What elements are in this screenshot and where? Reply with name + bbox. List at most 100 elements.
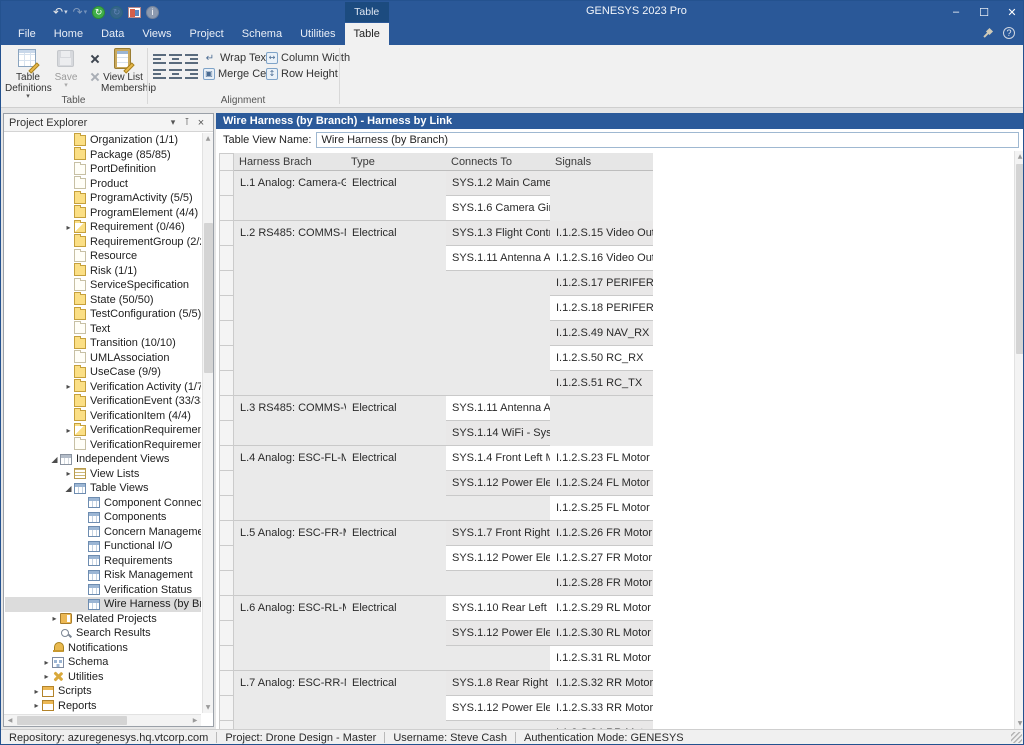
view-list-membership-button[interactable]: View List Membership [101,48,145,94]
row-header-stub[interactable] [219,271,234,296]
connects-to-cell[interactable]: SYS.1.6 Camera Gimbal [446,196,550,221]
column-header-connects-to[interactable]: Connects To [451,156,512,168]
collapsed-arrow-icon[interactable]: ▸ [41,672,52,681]
tree-item-requirements[interactable]: Requirements [5,554,201,569]
branch-cell[interactable]: L.4 Analog: ESC-FL-MOT... [234,446,346,464]
row-header-stub[interactable] [219,621,234,646]
table-view-name-input[interactable] [316,132,1019,148]
row-header-stub[interactable] [219,521,234,546]
tree-item-independent-views[interactable]: ◢Independent Views [5,452,201,467]
signal-cell[interactable]: I.1.2.S.25 FL Motor Contr... [550,496,653,521]
signal-cell[interactable]: I.1.2.S.29 RL Motor Contr... [550,596,653,621]
row-header-stub[interactable] [219,721,234,729]
ribbon-tab-data[interactable]: Data [92,23,133,45]
valign-middle-button[interactable] [168,67,183,81]
tree-item-verificationevent[interactable]: VerificationEvent (33/33) [5,394,201,409]
refresh-icon[interactable]: ↻ [92,6,105,19]
tree-item-programelement[interactable]: ProgramElement (4/4) [5,206,201,221]
tree-item-utilities[interactable]: ▸Utilities [5,670,201,685]
column-width-button[interactable]: ↔Column Width [266,51,350,65]
tree-item-verification-status[interactable]: Verification Status [5,583,201,598]
undo-icon[interactable]: ↶▾ [53,6,68,18]
row-header-stub[interactable] [219,696,234,721]
row-header-stub[interactable] [219,296,234,321]
scrollbar-thumb[interactable] [1016,164,1024,354]
collapsed-arrow-icon[interactable]: ▸ [63,426,74,435]
row-header-stub[interactable] [219,321,234,346]
connects-to-cell[interactable]: SYS.1.12 Power Electronics [446,546,550,571]
type-cell[interactable]: Electrical [346,446,446,464]
table-definitions-button[interactable]: Table Definitions ▾ [5,48,51,100]
tree-item-product[interactable]: Product [5,177,201,192]
tree-item-requirementgroup[interactable]: RequirementGroup (2/2) [5,235,201,250]
scroll-up-icon[interactable]: ▲ [203,133,213,144]
close-button[interactable]: ✕ [1005,6,1019,19]
tree-item-components[interactable]: Components [5,510,201,525]
minimize-button[interactable]: – [949,6,963,18]
tree-item-package[interactable]: Package (85/85) [5,148,201,163]
ribbon-tab-file[interactable]: File [9,23,45,45]
connects-to-cell[interactable]: SYS.1.11 Antenna Array [446,396,550,421]
tree-item-programactivity[interactable]: ProgramActivity (5/5) [5,191,201,206]
table-vertical-scrollbar[interactable]: ▲ ▼ [1014,151,1024,729]
collapsed-arrow-icon[interactable]: ▸ [63,223,74,232]
branch-cell[interactable]: L.1 Analog: Camera-Gim... [234,171,346,189]
pin-icon[interactable]: ⊺ [180,117,194,128]
align-right-button[interactable] [184,52,199,66]
row-header-stub[interactable] [219,646,234,671]
connects-to-cell[interactable]: SYS.1.14 WiFi - System [446,421,550,446]
row-header-stub[interactable] [219,471,234,496]
branch-cell[interactable]: L.3 RS485: COMMS-WIFI [234,396,346,414]
tree-item-verification-activity[interactable]: ▸Verification Activity (1/72) [5,380,201,395]
expanded-arrow-icon[interactable]: ◢ [63,484,74,493]
connects-to-cell[interactable]: SYS.1.12 Power Electronics [446,621,550,646]
align-left-button[interactable] [152,52,167,66]
signal-cell[interactable]: I.1.2.S.51 RC_TX [550,371,653,396]
row-header-stub[interactable] [219,171,234,196]
type-cell[interactable]: Electrical [346,521,446,539]
ribbon-tab-project[interactable]: Project [180,23,232,45]
close-icon[interactable]: × [194,117,208,129]
tree-item-notifications[interactable]: Notifications [5,641,201,656]
ribbon-tab-schema[interactable]: Schema [233,23,291,45]
tree-item-portdefinition[interactable]: PortDefinition [5,162,201,177]
column-header-signals[interactable]: Signals [555,156,591,168]
dropdown-icon[interactable]: ▾ [166,117,180,128]
valign-bottom-button[interactable] [184,67,199,81]
type-cell[interactable]: Electrical [346,396,446,414]
branch-cell[interactable]: L.6 Analog: ESC-RL-MOT... [234,596,346,614]
tree-item-requirement[interactable]: ▸Requirement (0/46) [5,220,201,235]
pin-ribbon-icon[interactable] [982,28,993,39]
row-header-stub[interactable] [219,546,234,571]
scroll-up-icon[interactable]: ▲ [1015,151,1024,162]
tree-item-servicespecification[interactable]: ServiceSpecification [5,278,201,293]
tree-item-schema[interactable]: ▸Schema [5,655,201,670]
scroll-down-icon[interactable]: ▼ [203,702,213,713]
resize-grip[interactable] [1011,732,1022,743]
tree-item-search-results[interactable]: Search Results [5,626,201,641]
scroll-right-icon[interactable]: ▶ [189,715,201,726]
ribbon-tab-views[interactable]: Views [133,23,180,45]
row-header-stub[interactable] [219,571,234,596]
branch-cell[interactable]: L.2 RS485: COMMS-MCU [234,221,346,239]
row-header-stub[interactable] [219,371,234,396]
row-header-stub[interactable] [219,396,234,421]
connects-to-cell[interactable]: SYS.1.12 Power Electronics [446,696,550,721]
signal-cell[interactable]: I.1.2.S.32 RR Motor Cont... [550,671,653,696]
type-cell[interactable]: Electrical [346,221,446,239]
tree-item-concern-management[interactable]: Concern Management [5,525,201,540]
tree-item-risk[interactable]: Risk (1/1) [5,264,201,279]
tree-item-testconfiguration[interactable]: TestConfiguration (5/5) [5,307,201,322]
connects-to-cell[interactable]: SYS.1.2 Main Camera [446,171,550,196]
align-center-button[interactable] [168,52,183,66]
row-header-stub[interactable] [219,446,234,471]
signal-cell[interactable]: I.1.2.S.31 RL Motor Contr... [550,646,653,671]
maximize-button[interactable]: ☐ [977,6,991,19]
tree-item-umlassociation[interactable]: UMLAssociation [5,351,201,366]
row-header-stub[interactable] [219,496,234,521]
tree-item-verificationitem[interactable]: VerificationItem (4/4) [5,409,201,424]
row-header-stub[interactable] [219,221,234,246]
signal-cell[interactable]: I.1.2.S.49 NAV_RX [550,321,653,346]
tree-vertical-scrollbar[interactable]: ▲ ▼ [202,133,213,713]
tree-item-verificationrequirement[interactable]: ▸VerificationRequirement (0/57) [5,423,201,438]
